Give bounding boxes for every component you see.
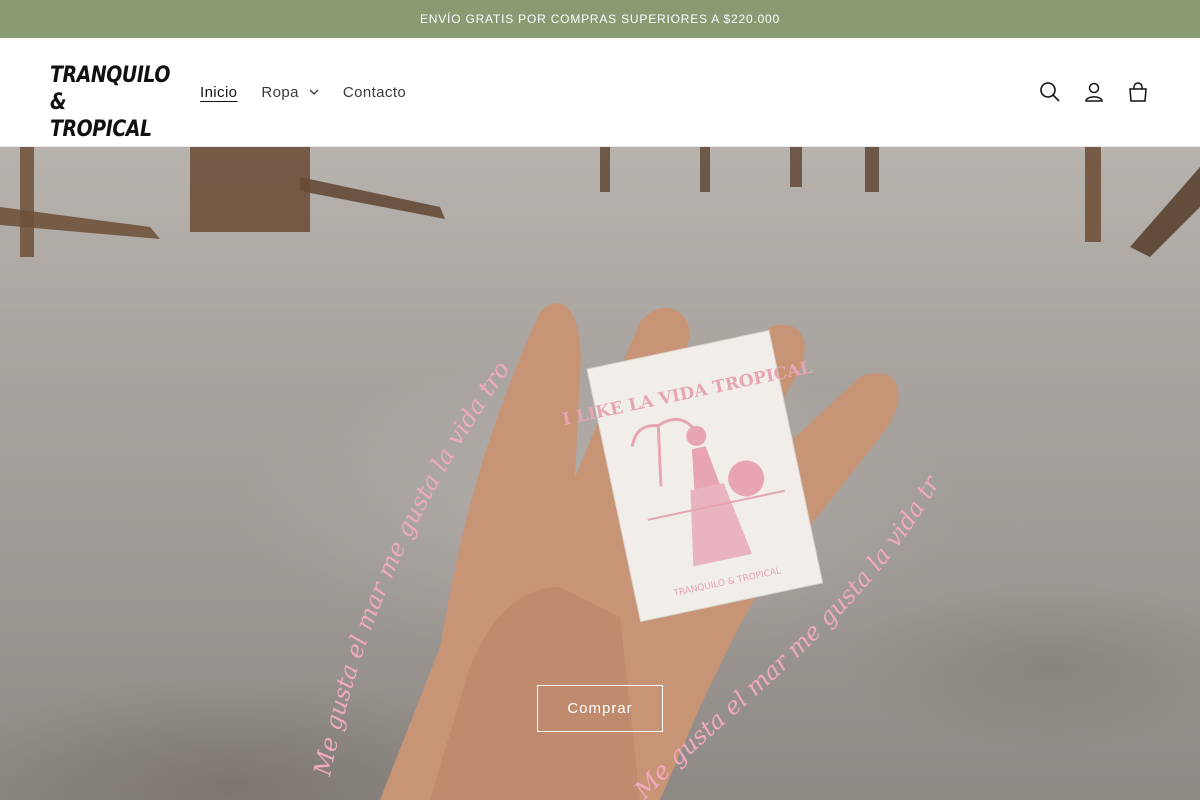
shop-button[interactable]: Comprar	[537, 685, 663, 732]
search-icon[interactable]	[1028, 70, 1072, 114]
main-nav: Inicio Ropa Contacto	[200, 38, 430, 146]
nav-item-contacto[interactable]: Contacto	[343, 84, 406, 101]
announcement-bar: ENVÍO GRATIS POR COMPRAS SUPERIORES A $2…	[0, 0, 1200, 38]
brand-logo-line2: & TROPICAL	[50, 90, 152, 142]
brand-logo[interactable]: TRANQUILO & TROPICAL	[50, 62, 171, 142]
nav-item-ropa[interactable]: Ropa	[261, 83, 319, 101]
chevron-down-icon	[309, 89, 319, 95]
hero-banner: I LIKE LA VIDA TROPICAL TRANQUILO & TROP…	[0, 147, 1200, 800]
announcement-text: ENVÍO GRATIS POR COMPRAS SUPERIORES A $2…	[419, 12, 781, 26]
driftwood	[0, 147, 1200, 257]
nav-item-ropa-label: Ropa	[261, 83, 299, 101]
cart-icon[interactable]	[1116, 70, 1160, 114]
account-icon[interactable]	[1072, 70, 1116, 114]
header-icons	[1028, 38, 1160, 146]
site-header: TRANQUILO & TROPICAL Inicio Ropa Contact…	[0, 38, 1200, 147]
nav-item-inicio[interactable]: Inicio	[200, 84, 237, 101]
brand-logo-line1: TRANQUILO	[50, 63, 171, 88]
